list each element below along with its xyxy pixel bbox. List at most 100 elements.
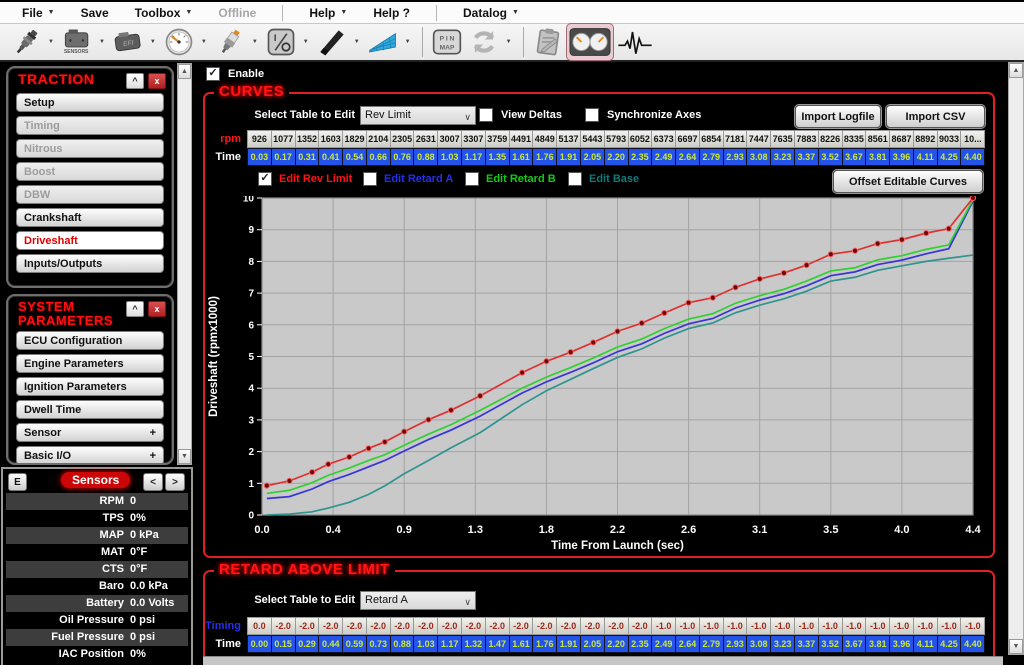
- time2-cell[interactable]: 2.35: [629, 635, 653, 653]
- data-point-marker[interactable]: [544, 359, 549, 364]
- time2-cell[interactable]: 0.73: [367, 635, 391, 653]
- rpm-cell[interactable]: 10...: [961, 130, 985, 148]
- data-point-marker[interactable]: [448, 408, 453, 413]
- chevron-down-icon[interactable]: ▼: [99, 39, 105, 45]
- ramp-toolbar-button[interactable]: [314, 24, 350, 60]
- sidebar-item-engine-parameters[interactable]: Engine Parameters: [16, 354, 164, 373]
- sidebar-item-ecu-configuration[interactable]: ECU Configuration: [16, 331, 164, 350]
- time-cell[interactable]: 1.17: [462, 148, 486, 166]
- timing-cell[interactable]: -2.0: [557, 617, 581, 635]
- spark-plug-toolbar-button[interactable]: [212, 24, 248, 60]
- rpm-cell[interactable]: 8226: [819, 130, 843, 148]
- rpm-cell[interactable]: 9033: [938, 130, 962, 148]
- sidebar-item-setup[interactable]: Setup: [16, 93, 164, 112]
- rpm-cell[interactable]: 5443: [581, 130, 605, 148]
- sidebar-item-driveshaft[interactable]: Driveshaft: [16, 231, 164, 250]
- time2-cell[interactable]: 3.96: [890, 635, 914, 653]
- rpm-cell[interactable]: 4491: [510, 130, 534, 148]
- time2-cell[interactable]: 3.81: [866, 635, 890, 653]
- rpm-cell[interactable]: 8687: [890, 130, 914, 148]
- time-cell[interactable]: 2.64: [676, 148, 700, 166]
- time2-cell[interactable]: 4.11: [914, 635, 938, 653]
- timing-cell[interactable]: -2.0: [272, 617, 296, 635]
- menu-help[interactable]: Help▼: [309, 6, 347, 20]
- rpm-cell[interactable]: 7883: [795, 130, 819, 148]
- timing-cell[interactable]: -2.0: [414, 617, 438, 635]
- rpm-cell[interactable]: 1077: [272, 130, 296, 148]
- sidebar-item-dwell-time[interactable]: Dwell Time: [16, 400, 164, 419]
- time2-cell[interactable]: 2.05: [581, 635, 605, 653]
- chevron-down-icon[interactable]: ▼: [150, 39, 156, 45]
- data-point-marker[interactable]: [804, 263, 809, 268]
- time-cell[interactable]: 0.88: [414, 148, 438, 166]
- time2-cell[interactable]: 2.20: [605, 635, 629, 653]
- chevron-down-icon[interactable]: ▼: [405, 39, 411, 45]
- data-point-marker[interactable]: [591, 340, 596, 345]
- chevron-down-icon[interactable]: ▼: [252, 39, 258, 45]
- pin-map-toolbar-button[interactable]: [429, 24, 465, 60]
- time2-cell[interactable]: 0.00: [247, 635, 272, 653]
- timing-cell[interactable]: -1.0: [676, 617, 700, 635]
- edit-retard-b-checkbox[interactable]: [465, 172, 479, 186]
- main-scrollbar[interactable]: ▲ ▼: [1008, 62, 1024, 655]
- time2-cell[interactable]: 1.47: [486, 635, 510, 653]
- timing-cell[interactable]: -2.0: [581, 617, 605, 635]
- chevron-down-icon[interactable]: ▼: [48, 39, 54, 45]
- data-point-marker[interactable]: [924, 231, 929, 236]
- timing-cell[interactable]: -1.0: [652, 617, 676, 635]
- rpm-cell[interactable]: 1352: [296, 130, 320, 148]
- data-point-marker[interactable]: [347, 454, 352, 459]
- time-cell[interactable]: 1.61: [510, 148, 534, 166]
- time-cell[interactable]: 0.66: [367, 148, 391, 166]
- menu-datalog[interactable]: Datalog▼: [463, 6, 519, 20]
- timing-cell[interactable]: -2.0: [438, 617, 462, 635]
- rpm-cell[interactable]: 3759: [486, 130, 510, 148]
- time2-cell[interactable]: 1.03: [414, 635, 438, 653]
- main-scroll-up-button[interactable]: ▲: [1009, 63, 1023, 78]
- data-point-marker[interactable]: [757, 276, 762, 281]
- rpm-cell[interactable]: 2305: [391, 130, 415, 148]
- rpm-cell[interactable]: 1829: [343, 130, 367, 148]
- timing-cell[interactable]: -1.0: [914, 617, 938, 635]
- rpm-cell[interactable]: 6854: [700, 130, 724, 148]
- time-cell[interactable]: 0.03: [247, 148, 272, 166]
- timing-cell[interactable]: -1.0: [747, 617, 771, 635]
- data-point-marker[interactable]: [366, 446, 371, 451]
- rpm-cell[interactable]: 7447: [747, 130, 771, 148]
- time2-cell[interactable]: 0.59: [343, 635, 367, 653]
- menu-help-?[interactable]: Help ?: [373, 6, 410, 20]
- time2-cell[interactable]: 1.76: [533, 635, 557, 653]
- time-cell[interactable]: 0.41: [319, 148, 343, 166]
- time2-cell[interactable]: 3.67: [843, 635, 867, 653]
- rpm-cell[interactable]: 926: [247, 130, 272, 148]
- time-cell[interactable]: 1.35: [486, 148, 510, 166]
- time-cell[interactable]: 0.17: [272, 148, 296, 166]
- timing-cell[interactable]: -2.0: [533, 617, 557, 635]
- system-parameters-collapse-button[interactable]: ^: [126, 301, 144, 317]
- sidebar-item-sensor-scaling-warnings[interactable]: Sensor Scaling/Warnings+: [16, 423, 164, 442]
- sensors-edit-button[interactable]: E: [8, 473, 27, 491]
- clipboard-toolbar-button[interactable]: [530, 24, 566, 60]
- timing-cell[interactable]: -2.0: [367, 617, 391, 635]
- time-cell[interactable]: 2.05: [581, 148, 605, 166]
- timing-cell[interactable]: -1.0: [938, 617, 962, 635]
- rpm-cell[interactable]: 7181: [724, 130, 748, 148]
- horizontal-scrollbar[interactable]: [203, 656, 1003, 665]
- sidebar-item-basic-i-o[interactable]: Basic I/O+: [16, 446, 164, 465]
- time2-cell[interactable]: 2.93: [724, 635, 748, 653]
- timing-cell[interactable]: -2.0: [486, 617, 510, 635]
- time-cell[interactable]: 2.93: [724, 148, 748, 166]
- time-cell[interactable]: 2.20: [605, 148, 629, 166]
- time-cell[interactable]: 2.35: [629, 148, 653, 166]
- traction-collapse-button[interactable]: ^: [126, 73, 144, 89]
- sync-toolbar-button[interactable]: [466, 24, 502, 60]
- rpm-cell[interactable]: 6697: [676, 130, 700, 148]
- sidebar-scroll-up-button[interactable]: ▲: [178, 64, 191, 79]
- system-parameters-close-button[interactable]: x: [148, 301, 166, 317]
- timing-cell[interactable]: -2.0: [629, 617, 653, 635]
- time-cell[interactable]: 0.54: [343, 148, 367, 166]
- time2-cell[interactable]: 3.52: [819, 635, 843, 653]
- chevron-down-icon[interactable]: ▼: [303, 39, 309, 45]
- rpm-cell[interactable]: 1603: [319, 130, 343, 148]
- retard-table-select[interactable]: Retard A ∨: [360, 591, 476, 610]
